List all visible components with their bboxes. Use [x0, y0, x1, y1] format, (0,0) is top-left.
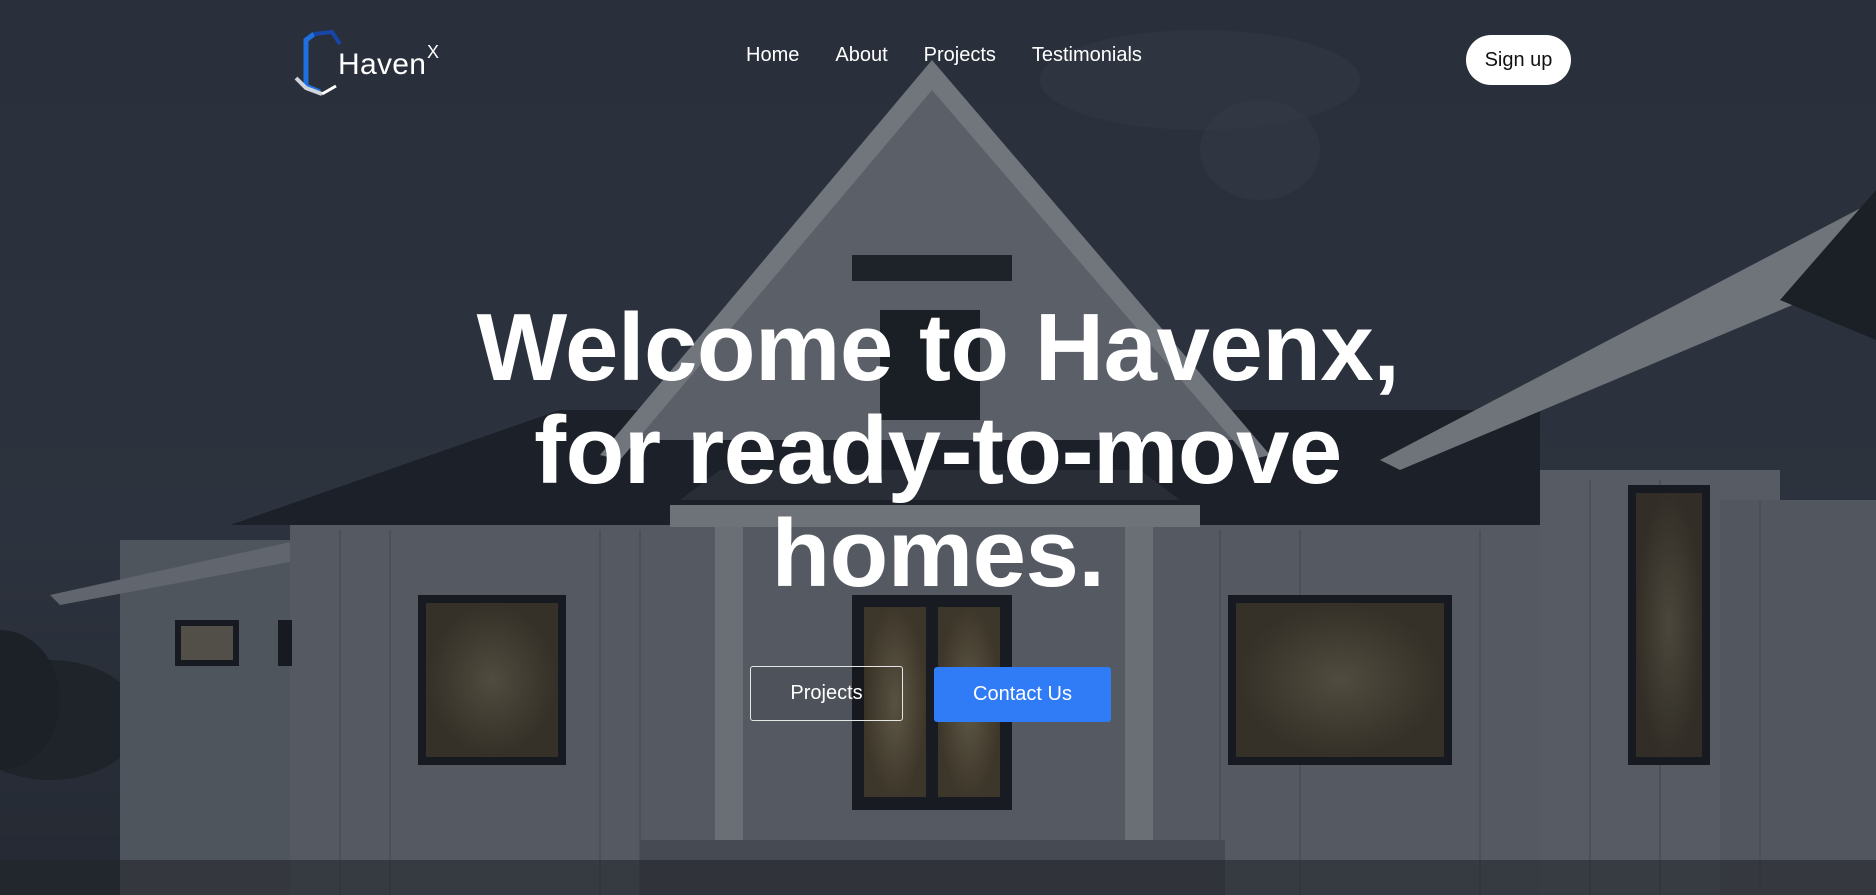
nav-link-home[interactable]: Home: [746, 44, 799, 66]
nav-item-testimonials: Testimonials: [1032, 44, 1142, 67]
nav-links: Home About Projects Testimonials: [746, 44, 1142, 67]
nav-link-projects[interactable]: Projects: [924, 44, 996, 66]
nav-link-about[interactable]: About: [835, 44, 887, 66]
hero-headline: Welcome to Havenx, for ready-to-move hom…: [388, 296, 1488, 605]
top-navigation: Haven X Home About Projects Testimonials…: [0, 0, 1876, 120]
nav-link-testimonials[interactable]: Testimonials: [1032, 44, 1142, 66]
contact-us-button[interactable]: Contact Us: [934, 667, 1111, 722]
brand-superscript: X: [427, 42, 440, 62]
signup-button[interactable]: Sign up: [1466, 35, 1571, 85]
brand-logo-link[interactable]: Haven X: [292, 26, 452, 98]
hero-headline-line-1: Welcome to Havenx,: [476, 294, 1400, 401]
hero-headline-line-3: homes.: [771, 500, 1105, 607]
brand-name: Haven: [338, 48, 427, 81]
projects-button[interactable]: Projects: [750, 666, 903, 721]
nav-item-about: About: [835, 44, 887, 67]
nav-item-home: Home: [746, 44, 799, 67]
hero-headline-line-2: for ready-to-move: [534, 397, 1342, 504]
nav-item-projects: Projects: [924, 44, 996, 67]
